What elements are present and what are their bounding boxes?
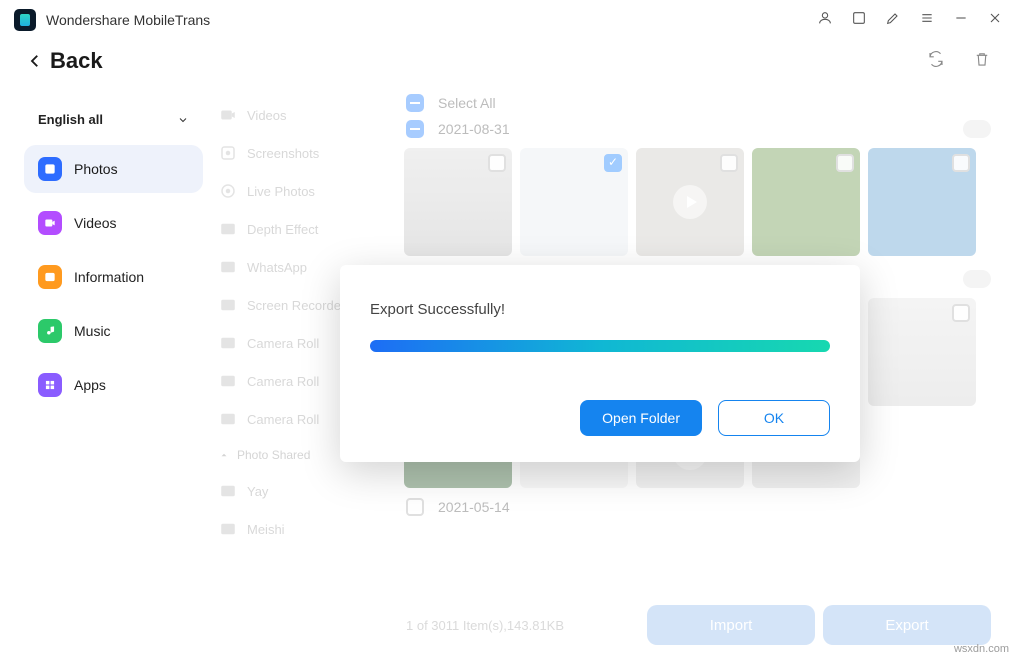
sidebar-item-label: Music — [74, 323, 111, 339]
minimize-icon[interactable] — [953, 10, 969, 31]
export-success-dialog: Export Successfully! Open Folder OK — [340, 265, 860, 462]
import-button[interactable]: Import — [647, 605, 815, 645]
sidebar-item-information[interactable]: Information — [24, 253, 203, 301]
titlebar: Wondershare MobileTrans — [0, 0, 1017, 40]
photos-icon — [38, 157, 62, 181]
folder-item[interactable]: Depth Effect — [211, 210, 396, 248]
photo-thumbnail[interactable] — [868, 298, 976, 406]
thumb-checkbox[interactable] — [488, 154, 506, 172]
dialog-title: Export Successfully! — [370, 301, 830, 318]
folder-item[interactable]: Live Photos — [211, 172, 396, 210]
folder-item[interactable]: Meishi — [211, 510, 396, 548]
folder-item[interactable]: Screenshots — [211, 134, 396, 172]
feedback-icon[interactable] — [851, 10, 867, 31]
folder-item[interactable]: Videos — [211, 96, 396, 134]
thumbnail-row — [400, 142, 997, 262]
refresh-icon[interactable] — [927, 50, 945, 73]
folder-item[interactable]: Yay — [211, 472, 396, 510]
group-checkbox[interactable] — [406, 498, 424, 516]
group-checkbox[interactable] — [406, 120, 424, 138]
edit-icon[interactable] — [885, 10, 901, 31]
count-pill — [963, 120, 991, 138]
sidebar-item-label: Videos — [74, 215, 117, 231]
sidebar-item-music[interactable]: Music — [24, 307, 203, 355]
back-row: Back — [0, 40, 1017, 90]
photo-thumbnail[interactable] — [520, 148, 628, 256]
sidebar-item-apps[interactable]: Apps — [24, 361, 203, 409]
thumb-checkbox[interactable] — [604, 154, 622, 172]
select-all-checkbox[interactable] — [406, 94, 424, 112]
sidebar-item-photos[interactable]: Photos — [24, 145, 203, 193]
menu-icon[interactable] — [919, 10, 935, 31]
date-group-label: 2021-05-14 — [438, 499, 510, 515]
chevron-down-icon — [177, 114, 189, 126]
export-button[interactable]: Export — [823, 605, 991, 645]
content-footer: 1 of 3011 Item(s),143.81KB Import Export — [400, 595, 997, 649]
videos-icon — [38, 211, 62, 235]
sidebar-item-videos[interactable]: Videos — [24, 199, 203, 247]
thumb-checkbox[interactable] — [952, 154, 970, 172]
sidebar-item-label: Information — [74, 269, 144, 285]
back-label: Back — [50, 48, 103, 74]
progress-bar — [370, 340, 830, 352]
play-icon — [673, 185, 707, 219]
delete-icon[interactable] — [973, 50, 991, 73]
back-button[interactable]: Back — [26, 48, 103, 74]
app-title: Wondershare MobileTrans — [46, 12, 210, 28]
window-controls — [817, 10, 1003, 31]
status-text: 1 of 3011 Item(s),143.81KB — [406, 618, 564, 633]
date-group-label: 2021-08-31 — [438, 121, 510, 137]
app-logo — [14, 9, 36, 31]
music-icon — [38, 319, 62, 343]
open-folder-button[interactable]: Open Folder — [580, 400, 702, 436]
select-all-label: Select All — [438, 95, 496, 111]
account-icon[interactable] — [817, 10, 833, 31]
photo-thumbnail[interactable] — [404, 148, 512, 256]
language-label: English all — [38, 112, 103, 127]
thumb-checkbox[interactable] — [836, 154, 854, 172]
photo-thumbnail[interactable] — [636, 148, 744, 256]
photo-thumbnail[interactable] — [752, 148, 860, 256]
sidebar-item-label: Photos — [74, 161, 118, 177]
photo-thumbnail[interactable] — [868, 148, 976, 256]
category-sidebar: English all Photos Videos Information Mu… — [16, 90, 211, 649]
information-icon — [38, 265, 62, 289]
ok-button[interactable]: OK — [718, 400, 830, 436]
count-pill — [963, 270, 991, 288]
thumb-checkbox[interactable] — [952, 304, 970, 322]
language-selector[interactable]: English all — [24, 104, 203, 145]
thumb-checkbox[interactable] — [720, 154, 738, 172]
sidebar-item-label: Apps — [74, 377, 106, 393]
apps-icon — [38, 373, 62, 397]
watermark: wsxdn.com — [954, 643, 1009, 655]
close-icon[interactable] — [987, 10, 1003, 31]
